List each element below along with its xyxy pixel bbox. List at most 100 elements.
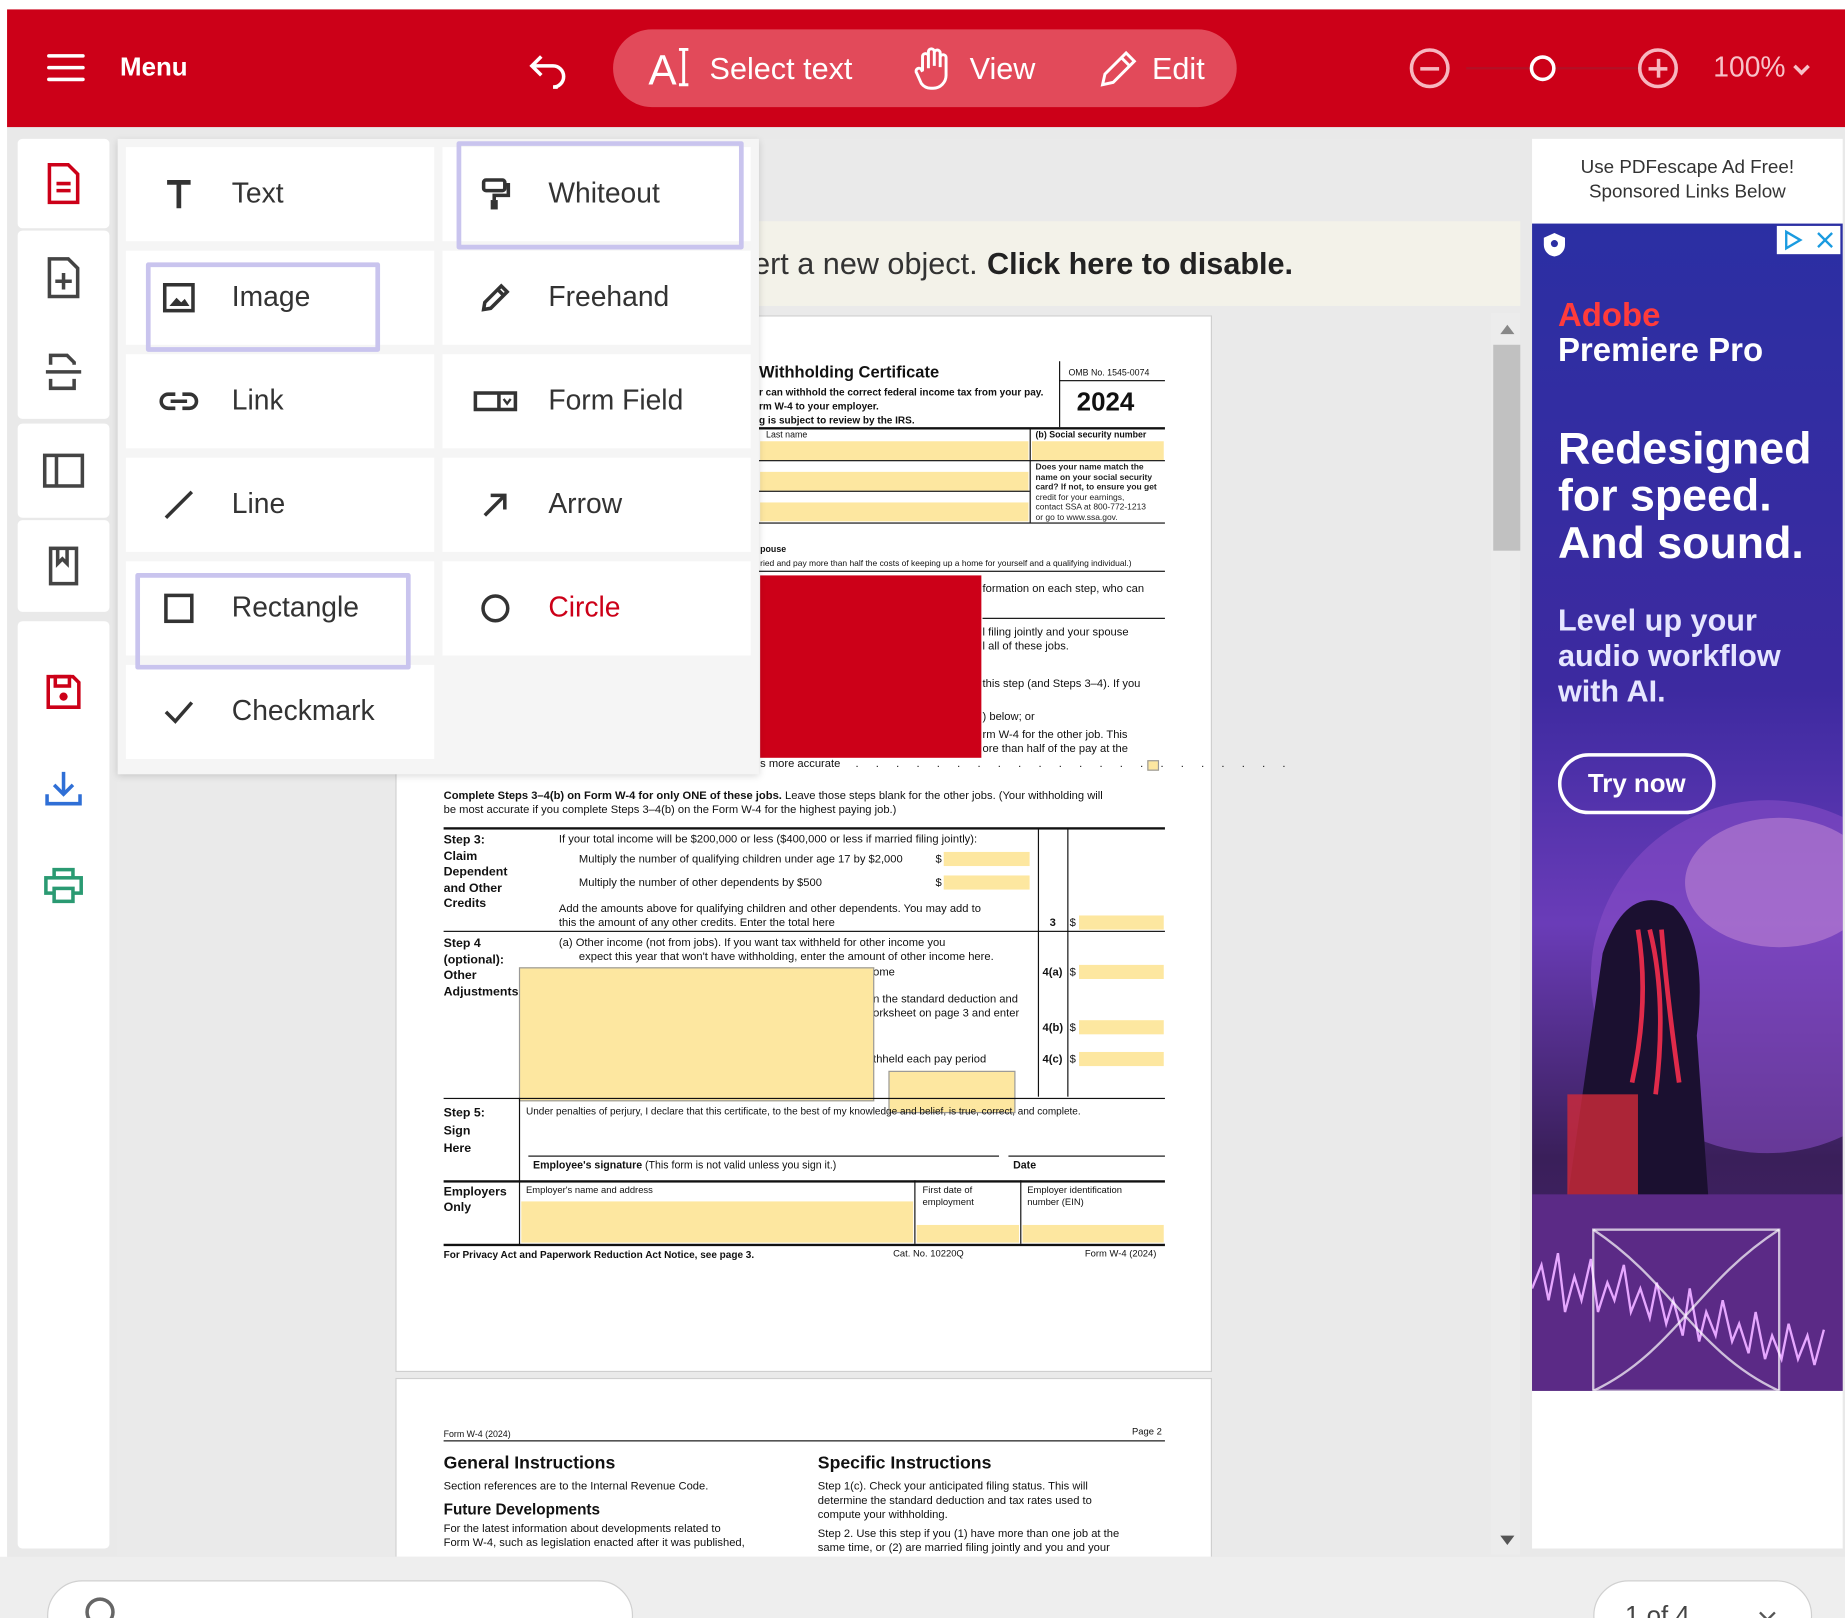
s5label-line: Step 5: [444,1105,485,1123]
insert-freehand-item[interactable]: Freehand [442,251,750,345]
insert-notice-banner[interactable]: ert a new object. Click here to disable. [753,221,1520,306]
dollar-sign: $ [1070,966,1076,979]
page2-header-left: Form W-4 (2024) [444,1429,511,1440]
step2-text-g: ore than half of the pay at the [983,742,1128,755]
line-4c-field[interactable] [1079,1052,1164,1066]
insert-whiteout-item[interactable]: Whiteout [442,147,750,241]
future-developments-text-2: Form W-4, such as legislation enacted af… [444,1537,745,1550]
s3label-line: Credits [444,897,508,913]
step5-label: Step 5:SignHere [444,1105,485,1158]
s4label-line: Adjustments [444,984,519,1000]
zoom-in-icon[interactable] [1638,48,1678,88]
app-window: Menu A Select text View Edit 100% [0,0,1845,1618]
ssn-field[interactable] [1032,441,1164,460]
ein-label: Employer identificationnumber (EIN) [1027,1185,1122,1209]
step2-text-a: formation on each step, who can [983,582,1145,595]
zoom-out-icon[interactable] [1410,48,1450,88]
first-date-field[interactable] [917,1225,1019,1243]
print-icon[interactable] [18,838,110,932]
save-icon[interactable] [18,645,110,739]
dollar-sign: $ [1070,917,1076,930]
insert-checkmark-item[interactable]: Checkmark [126,665,434,759]
insert-text-item[interactable]: Text [126,147,434,241]
form-year: 2024 [1077,387,1135,418]
step4-a-2: expect this year that won't have withhol… [579,951,994,964]
insert-image-item[interactable]: Image [126,251,434,345]
image-placeholder-annotation[interactable] [519,967,874,1101]
firstdate-line: employment [923,1197,974,1209]
edit-label: Edit [1152,50,1205,86]
bookmark-icon[interactable] [18,520,110,612]
line-3-field[interactable] [1079,915,1164,929]
top-toolbar: Menu A Select text View Edit 100% [7,9,1845,127]
disable-notice-link[interactable]: Click here to disable. [987,245,1293,281]
scrollbar-thumb[interactable] [1493,345,1520,551]
line-4c-label: 4(c) [1043,1053,1063,1066]
line-4a-label: 4(a) [1043,966,1063,979]
menu-button[interactable]: Menu [120,52,188,83]
insert-object-menu: Text Whiteout Image Freehand Link Form F… [118,139,759,774]
insert-link-item[interactable]: Link [126,354,434,448]
page-indicator[interactable]: 1 of 4 [1593,1580,1812,1618]
circle-annotation-fill[interactable] [760,575,981,757]
link-icon [126,391,232,412]
s5label-line: Sign [444,1123,485,1141]
undo-icon[interactable] [525,49,572,89]
chevron-down-icon[interactable] [1759,1605,1776,1618]
last-name-field[interactable] [760,441,1028,460]
document-icon[interactable] [18,139,110,228]
insert-circle-item[interactable]: Circle [442,561,750,655]
search-input[interactable] [47,1580,633,1618]
step3-other: Multiply the number of other dependents … [579,877,822,890]
sidebar-group-2 [18,231,110,419]
close-icon[interactable] [1814,229,1835,250]
line-4b-field[interactable] [1079,1020,1164,1034]
ad-choices[interactable] [1777,226,1841,254]
ad-try-now-button[interactable]: Try now [1558,753,1716,814]
view-mode[interactable]: View [913,29,1035,107]
future-developments-text-1: For the latest information about develop… [444,1523,721,1536]
extract-icon[interactable] [18,325,110,419]
scroll-down-icon[interactable] [1500,1536,1514,1545]
pdf-page-2[interactable]: Form W-4 (2024) Page 2 General Instructi… [395,1378,1212,1557]
city-field[interactable] [760,502,1028,521]
form-line-2: rm W-4 to your employer. [759,400,879,412]
ad-free-link[interactable]: Use PDFescape Ad Free! [1532,155,1843,180]
download-icon[interactable] [18,741,110,835]
employer-name-field[interactable] [521,1201,913,1242]
step4-a-1: (a) Other income (not from jobs). If you… [559,937,945,950]
scroll-up-icon[interactable] [1500,325,1514,334]
step2c-checkbox[interactable] [1147,760,1159,771]
other-dependents-field[interactable] [944,875,1030,889]
chevron-down-icon[interactable] [1793,59,1810,76]
insert-form-field-item[interactable]: Form Field [442,354,750,448]
hamburger-menu-icon[interactable] [47,54,85,82]
date-label: Date [1013,1159,1036,1172]
zoom-slider-handle[interactable] [1530,55,1556,81]
insert-rectangle-item[interactable]: Rectangle [126,561,434,655]
add-page-icon[interactable] [18,231,110,325]
ad-banner[interactable]: Adobe Premiere Pro Redesigned for speed.… [1532,224,1843,1391]
children-amount-field[interactable] [944,852,1030,866]
address-field[interactable] [760,472,1028,491]
ssn-note: Does your name match thename on your soc… [1035,462,1156,523]
line-4a-field[interactable] [1079,965,1164,979]
insert-line-item[interactable]: Line [126,458,434,552]
first-date-label: First date ofemployment [923,1185,974,1209]
panel-icon[interactable] [18,424,110,518]
ssn-label: (b) Social security number [1035,429,1146,440]
general-instructions-text: Section references are to the Internal R… [444,1480,709,1493]
step3-add-1: Add the amounts above for qualifying chi… [559,903,981,916]
last-name-label: Last name [766,429,807,440]
ad-header[interactable]: Use PDFescape Ad Free! Sponsored Links B… [1532,155,1843,204]
ein-field[interactable] [1023,1225,1164,1243]
emplabel-line: Employers [444,1185,507,1200]
select-text-mode[interactable]: A Select text [648,29,852,107]
dollar-sign: $ [935,877,941,890]
insert-arrow-item[interactable]: Arrow [442,458,750,552]
left-margin [0,0,7,1618]
step4-a-3: ome [873,966,895,979]
select-text-label: Select text [710,50,853,86]
edit-mode[interactable]: Edit [1096,29,1205,107]
zoom-level[interactable]: 100% [1713,52,1785,85]
